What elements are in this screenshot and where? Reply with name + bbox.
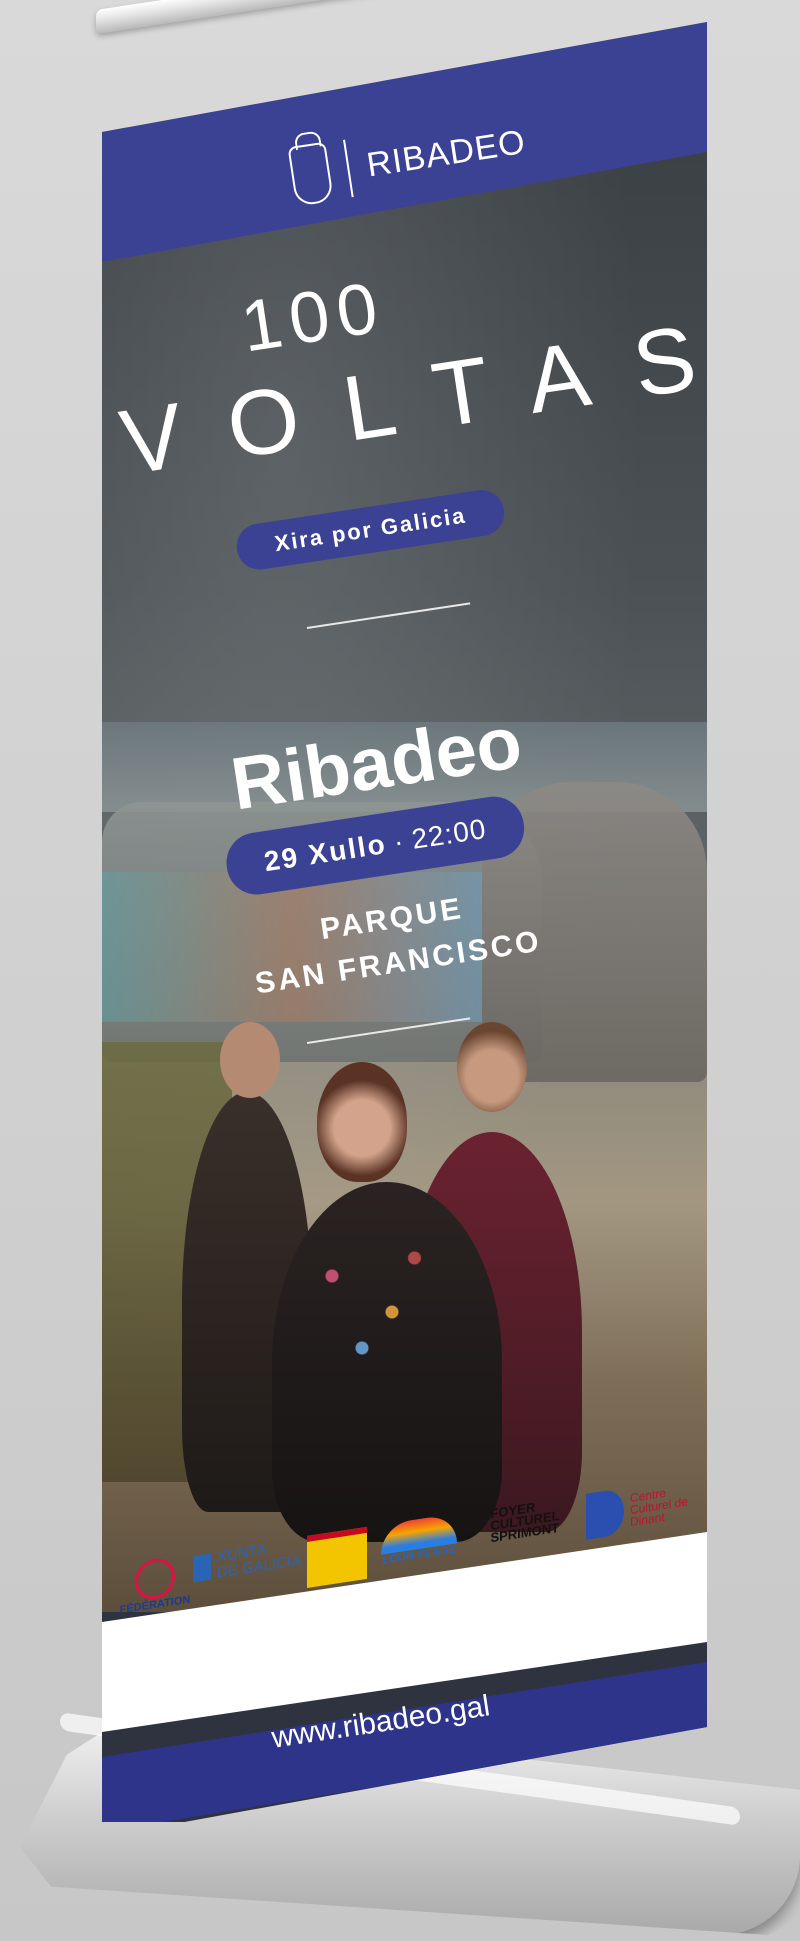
sponsor-label: FOYER CULTUREL SPRIMONT [490,1499,560,1546]
event-date: 29 Xullo [262,828,389,878]
sponsor-federation: FÉDÉRATION [120,1554,190,1616]
sponsor-spain-ministry [302,1526,372,1589]
brand-name: RIBADEO [364,122,529,184]
logo-divider [343,139,354,198]
event-venue: PARQUE SAN FRANCISCO [225,873,564,1009]
divider-top [306,602,471,629]
tour-badge: Xira por Galicia [233,486,508,573]
centre-culturel-logo-icon [585,1488,624,1540]
date-separator: · [391,825,407,858]
spain-ministry-logo-icon [307,1526,367,1588]
federation-logo-icon [135,1555,175,1603]
xunta-logo-icon [192,1553,211,1583]
brand-logo: RIBADEO [287,107,531,212]
event-time: 22:00 [409,812,489,855]
title-word: VOLTAS [114,300,707,495]
stand-top-bar [96,0,716,34]
coat-of-arms-icon [287,141,335,207]
banner-panel: RIBADEO 100 VOLTAS Xira por Galicia Riba… [102,22,707,1822]
sponsor-label: Centre Culturel de Dinant [629,1485,689,1530]
divider-bottom [306,1017,471,1044]
